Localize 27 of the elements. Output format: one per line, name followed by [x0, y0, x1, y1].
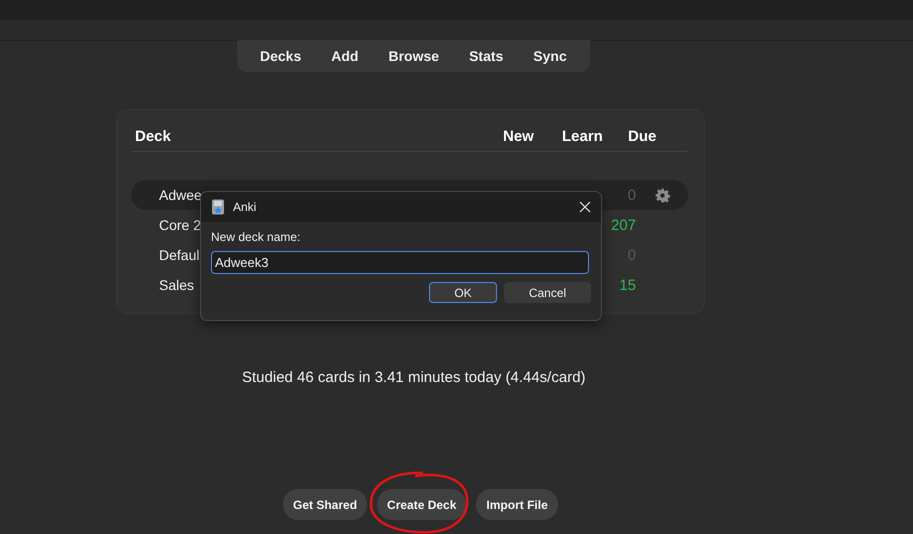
dialog-title: Anki — [233, 200, 256, 214]
deck-name-field[interactable]: Adweek3 — [211, 251, 589, 274]
due-count: 207 — [610, 216, 636, 234]
dialog-button[interactable]: Cancel — [504, 282, 591, 303]
deck-name[interactable]: Core 2 — [131, 217, 202, 233]
bottom-button[interactable]: Get Shared — [283, 489, 368, 520]
dialog-button[interactable]: OK — [429, 282, 497, 303]
gear-icon[interactable] — [654, 188, 670, 202]
deck-name[interactable]: Sales — [131, 277, 194, 293]
column-header: Learn — [562, 128, 604, 145]
deck-name[interactable]: Defaul — [131, 247, 200, 263]
toolbar-button[interactable]: Stats — [454, 48, 518, 64]
due-count: 15 — [618, 276, 636, 294]
toolbar-button[interactable]: Add — [316, 48, 374, 64]
deck-name[interactable]: Adwee — [131, 187, 202, 203]
stats-text: Studied 46 cards in 3.41 minutes today (4.44s/card) — [242, 369, 586, 386]
field-label: New deck name: — [211, 230, 302, 244]
column-header: Deck — [135, 128, 172, 145]
toolbar-button[interactable]: Decks — [245, 48, 316, 64]
bottom-button[interactable]: Import File — [476, 489, 558, 520]
column-header: Due — [628, 128, 658, 145]
close-icon[interactable] — [579, 201, 591, 213]
column-header: New — [503, 128, 535, 145]
toolbar-button[interactable]: Browse — [373, 48, 454, 64]
app-icon — [211, 199, 225, 215]
bottom-button[interactable]: Create Deck — [377, 489, 466, 520]
toolbar-button[interactable]: Sync — [518, 48, 582, 64]
